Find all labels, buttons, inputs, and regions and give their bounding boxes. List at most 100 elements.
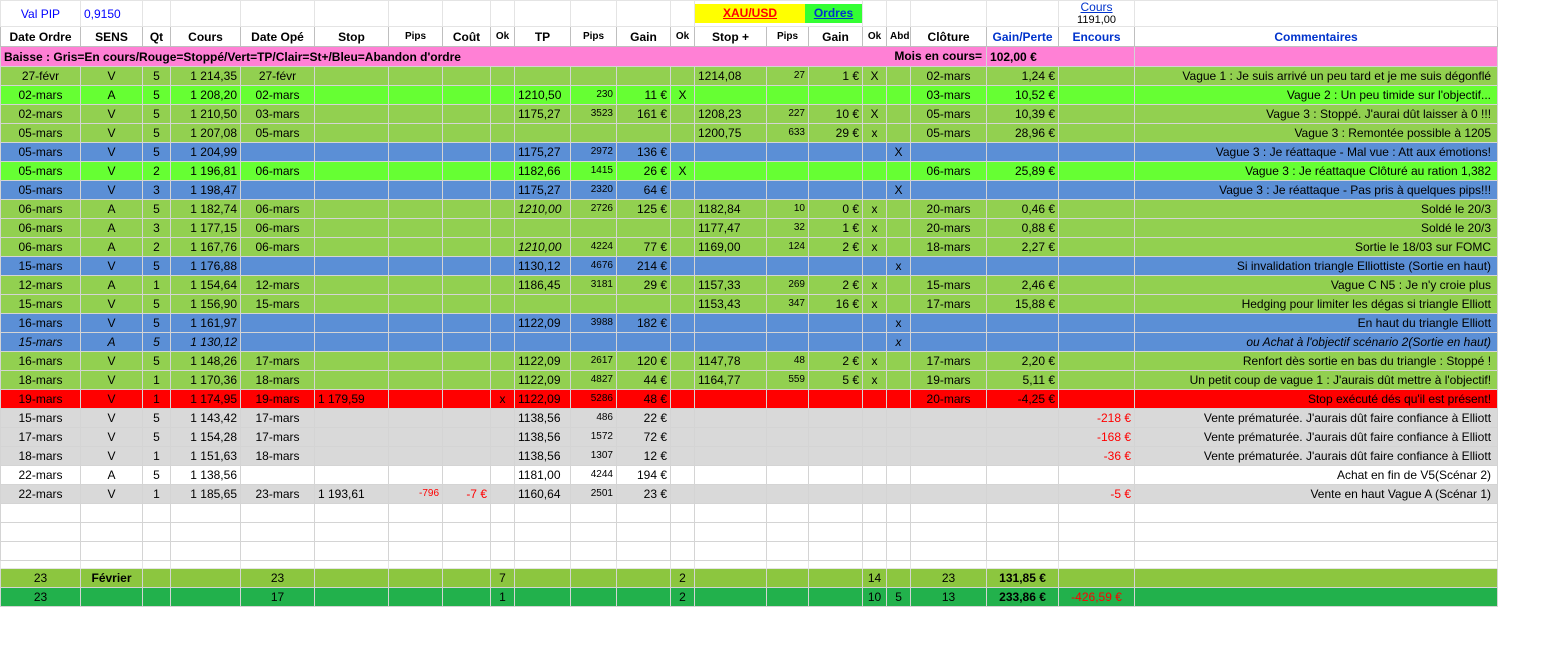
cell-tp[interactable]: 1210,50 (514, 85, 571, 105)
cell-gain-perte[interactable] (986, 408, 1060, 428)
cell-ok-stop[interactable] (490, 351, 515, 371)
cell-qt[interactable]: 1 (142, 370, 171, 390)
cell-gain-tp[interactable]: 77 € (616, 237, 671, 257)
cell-abd[interactable] (886, 351, 912, 371)
cell-ok-tp[interactable]: 2 (670, 568, 695, 588)
cell-date-ope[interactable]: 23-mars (240, 484, 315, 504)
cell-qt[interactable]: 3 (142, 180, 171, 200)
cell-stop-plus[interactable] (694, 313, 767, 333)
cell-commentaires[interactable] (1134, 568, 1499, 588)
cell-date-ordre[interactable]: 23 (0, 587, 81, 607)
cell-pips-stop-plus[interactable]: 27 (766, 66, 809, 86)
cell-ok-stop-plus[interactable] (862, 332, 888, 352)
cell-sens[interactable]: A (80, 237, 143, 257)
cell-stop[interactable] (314, 218, 389, 238)
cell-pips-tp[interactable]: 4827 (570, 370, 617, 390)
cell-sens[interactable]: V (80, 161, 143, 181)
cell-pips-stop[interactable] (388, 408, 443, 428)
cell-stop-plus[interactable] (694, 256, 767, 276)
cell-stop[interactable] (314, 568, 389, 588)
cell-pips-stop-plus[interactable] (766, 180, 809, 200)
cell-sens[interactable]: V (80, 351, 143, 371)
cell-encours[interactable] (1058, 313, 1136, 333)
cell-pips-stop[interactable] (388, 503, 443, 523)
cell-cours[interactable]: 1 198,47 (170, 180, 241, 200)
cell-ok-tp[interactable] (670, 66, 695, 86)
cell-cloture[interactable] (910, 427, 988, 447)
header-stop-plus[interactable]: Stop + (694, 26, 767, 47)
cell-date-ope[interactable]: 06-mars (240, 237, 315, 257)
cell-abd[interactable] (886, 389, 912, 409)
cell-ok-tp[interactable] (670, 199, 695, 219)
cell-commentaires[interactable]: En haut du triangle Elliott (1134, 313, 1499, 333)
cell-encours[interactable] (1058, 123, 1136, 143)
cell-ok-stop-plus[interactable]: x (862, 370, 888, 390)
cell-commentaires[interactable]: Vente en haut Vague A (Scénar 1) (1134, 484, 1499, 504)
cell-stop[interactable] (314, 161, 389, 181)
cell-gain-tp[interactable]: 48 € (616, 389, 671, 409)
cell-pips-stop-plus[interactable] (766, 522, 809, 542)
cell-cours[interactable]: 1 138,56 (170, 465, 241, 485)
header-commentaires[interactable]: Commentaires (1134, 26, 1499, 47)
cell-ok-stop-plus[interactable] (862, 180, 888, 200)
cell-abd[interactable] (886, 503, 912, 523)
cell-pips-tp[interactable] (570, 218, 617, 238)
cell-gain-perte[interactable] (986, 142, 1060, 162)
cell-cloture[interactable]: 13 (910, 587, 988, 607)
cell-date-ope[interactable] (240, 142, 315, 162)
cell-date-ordre[interactable]: 17-mars (0, 427, 81, 447)
cell-cloture[interactable] (910, 256, 988, 276)
cell-sens[interactable]: V (80, 446, 143, 466)
cell-ok-stop[interactable] (490, 161, 515, 181)
cell-date-ope[interactable]: 18-mars (240, 446, 315, 466)
cell-ok-stop[interactable] (490, 237, 515, 257)
cell-qt[interactable]: 5 (142, 85, 171, 105)
cell-stop[interactable] (314, 522, 389, 542)
cell-cours[interactable] (170, 522, 241, 542)
cell-ok-stop-plus[interactable] (862, 427, 888, 447)
cell-stop[interactable]: 1 179,59 (314, 389, 389, 409)
cell-cours[interactable]: 1 170,36 (170, 370, 241, 390)
cell-pips-stop-plus[interactable] (766, 161, 809, 181)
cell-gain-stop-plus[interactable]: 0 € (807, 199, 864, 219)
cell-pips-stop[interactable] (388, 522, 443, 542)
cell-abd[interactable] (886, 161, 912, 181)
cell-gain-stop-plus[interactable] (807, 408, 864, 428)
cell-abd[interactable] (886, 199, 912, 219)
cell-stop[interactable] (314, 180, 389, 200)
cell-cloture[interactable]: 18-mars (910, 237, 988, 257)
cell-gain-stop-plus[interactable]: 2 € (807, 351, 864, 371)
cell-cours[interactable] (170, 587, 241, 607)
cell-date-ope[interactable]: 27-févr (240, 66, 315, 86)
cell-pips-stop-plus[interactable]: 48 (766, 351, 809, 371)
cell-pips-tp[interactable]: 486 (570, 408, 617, 428)
cell-date-ope[interactable]: 18-mars (240, 370, 315, 390)
cell-cours[interactable]: 1 143,42 (170, 408, 241, 428)
cell-cout[interactable] (442, 522, 491, 542)
cell-ok-tp[interactable] (670, 256, 695, 276)
cell-gain-perte[interactable] (986, 256, 1060, 276)
cell-ok-stop-plus[interactable]: x (862, 123, 888, 143)
cell-date-ope[interactable]: 19-mars (240, 389, 315, 409)
cell-pips-stop[interactable]: -464 (388, 389, 443, 409)
cell-ok-tp[interactable] (670, 313, 695, 333)
header-gain-perte[interactable]: Gain/Perte (986, 26, 1060, 47)
cell-pips-stop-plus[interactable] (766, 503, 809, 523)
cell-pips-stop[interactable] (388, 256, 443, 276)
cell-gain-perte[interactable]: 2,27 € (986, 237, 1060, 257)
cell-gain-tp[interactable] (616, 503, 671, 523)
cell-sens[interactable] (80, 522, 143, 542)
cell-gain-perte[interactable]: 28,96 € (986, 123, 1060, 143)
cell-cloture[interactable] (910, 484, 988, 504)
cell-tp[interactable] (514, 332, 571, 352)
cell-cloture[interactable] (910, 332, 988, 352)
cell-gain-stop-plus[interactable]: 16 € (807, 294, 864, 314)
header-pips-stop[interactable]: Pips (388, 26, 443, 47)
cell-ok-stop[interactable] (490, 484, 515, 504)
cell-pips-stop-plus[interactable] (766, 541, 809, 561)
cell-cours[interactable]: 1 204,99 (170, 142, 241, 162)
header-gain-tp[interactable]: Gain (616, 26, 671, 47)
cell-ok-stop-plus[interactable] (862, 85, 888, 105)
cell-pips-stop-plus[interactable]: 10 (766, 199, 809, 219)
cell-gain-stop-plus[interactable]: 29 € (807, 123, 864, 143)
